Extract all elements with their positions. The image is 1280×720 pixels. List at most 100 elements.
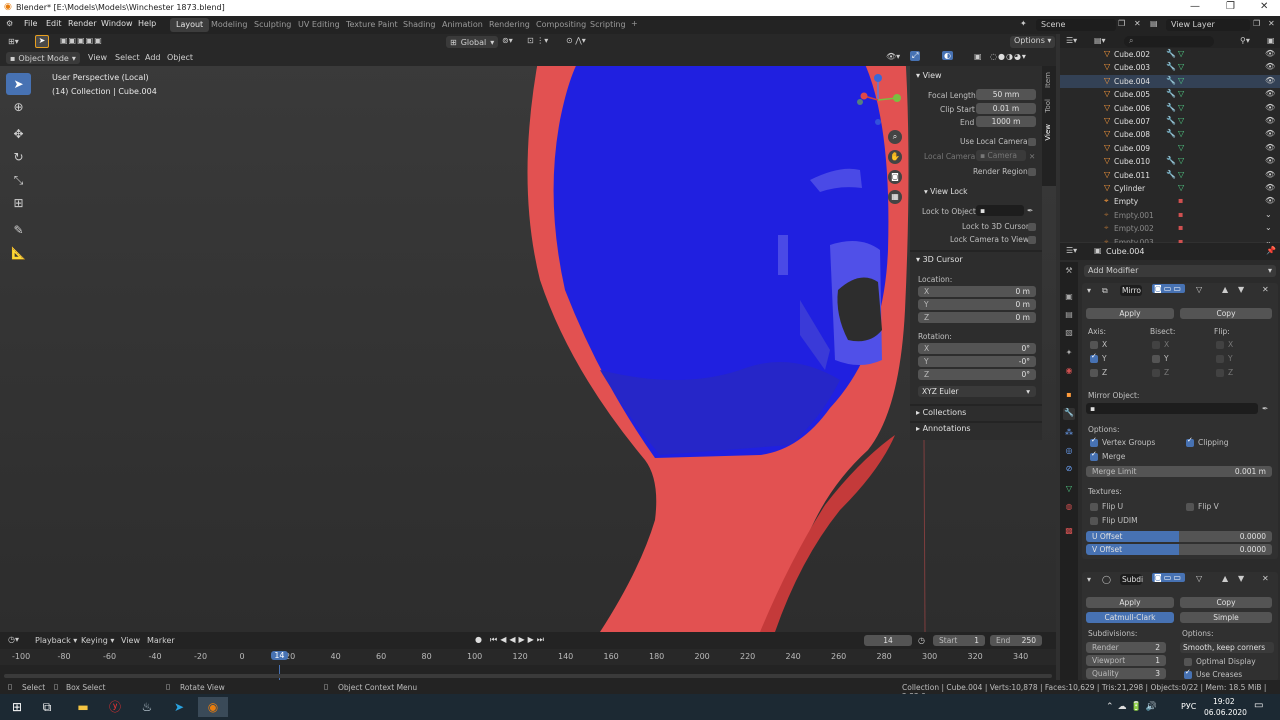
minimize-icon[interactable]: —: [1190, 1, 1200, 12]
task-view-icon[interactable]: ⧉: [36, 697, 58, 717]
keyboard-language[interactable]: РУС: [1181, 702, 1196, 711]
visibility-icon[interactable]: 👁▾: [886, 52, 900, 61]
rotation-mode-dropdown[interactable]: XYZ Euler ▾: [918, 386, 1036, 397]
xray-icon[interactable]: ▣: [974, 52, 982, 61]
outliner-row[interactable]: ▽ Cube.006 🔧 ▽ 👁: [1060, 102, 1280, 115]
clip-end-field[interactable]: 1000 m: [976, 116, 1036, 127]
use-local-camera-checkbox[interactable]: [1028, 138, 1036, 146]
outliner-row[interactable]: ▽ Cube.009 ▽ 👁: [1060, 142, 1280, 155]
output-properties-icon[interactable]: ▤: [1063, 310, 1075, 322]
annotate-tool-icon[interactable]: ✎: [6, 219, 31, 241]
mesh-data-icon[interactable]: ▽: [1178, 183, 1184, 192]
outliner-row[interactable]: ▽ Cube.010 🔧 ▽ 👁: [1060, 155, 1280, 168]
outliner-search-input[interactable]: ⌕: [1124, 36, 1214, 47]
modifier-icon[interactable]: 🔧: [1166, 62, 1176, 71]
tab-layout[interactable]: Layout: [170, 18, 210, 32]
mesh-data-icon[interactable]: ▽: [1178, 143, 1184, 152]
empty-data-icon[interactable]: ▪: [1178, 196, 1183, 205]
lock-3d-cursor-checkbox[interactable]: [1028, 223, 1036, 231]
physics-properties-icon[interactable]: ◎: [1063, 446, 1075, 458]
remove-scene-icon[interactable]: ✕: [1134, 19, 1141, 28]
hidden-icon[interactable]: ⌄: [1265, 210, 1272, 219]
mirror-apply-button[interactable]: Apply: [1086, 308, 1174, 319]
display-mode-icon[interactable]: ▤▾: [1094, 36, 1106, 45]
menu-render[interactable]: Render: [68, 19, 96, 28]
particles-properties-icon[interactable]: ⁂: [1063, 428, 1075, 440]
lock-camera-checkbox[interactable]: [1028, 236, 1036, 244]
remove-modifier-icon[interactable]: ✕: [1262, 285, 1269, 294]
mirror-object-field[interactable]: ▪: [1086, 403, 1258, 414]
view-panel-header[interactable]: ▾ View: [916, 71, 942, 80]
timeline-scrollbar[interactable]: [4, 674, 1052, 678]
modifier-icon[interactable]: 🔧: [1166, 170, 1176, 179]
select-box-tool-icon[interactable]: ➤: [6, 73, 31, 95]
bisect-y-checkbox[interactable]: [1152, 355, 1160, 363]
windows-start-icon[interactable]: ⊞: [6, 697, 28, 717]
render-properties-icon[interactable]: ▣: [1063, 292, 1075, 304]
select-tool-icon[interactable]: ➤: [35, 35, 49, 48]
mesh-data-icon[interactable]: ▽: [1178, 49, 1184, 58]
optimal-display-checkbox[interactable]: [1184, 658, 1192, 666]
cursor-rotation-y[interactable]: Y -0°: [918, 356, 1036, 367]
modifier-icon[interactable]: 🔧: [1166, 103, 1176, 112]
tab-compositing[interactable]: Compositing: [530, 18, 592, 32]
menu-help[interactable]: Help: [138, 19, 156, 28]
bisect-x-checkbox[interactable]: [1152, 341, 1160, 349]
tab-texture-paint[interactable]: Texture Paint: [340, 18, 404, 32]
modifier-icon[interactable]: 🔧: [1166, 129, 1176, 138]
3d-viewport[interactable]: User Perspective (Local) (14) Collection…: [0, 50, 1056, 632]
tool-settings-icon[interactable]: ⚒: [1063, 266, 1075, 278]
editor-type-icon[interactable]: ⊞▾: [8, 37, 19, 46]
modifier-icon[interactable]: 🔧: [1166, 76, 1176, 85]
scene-properties-icon[interactable]: ✦: [1063, 348, 1075, 360]
add-modifier-dropdown[interactable]: Add Modifier ▾: [1084, 265, 1276, 277]
properties-editor-icon[interactable]: ☰▾: [1066, 246, 1077, 255]
move-tool-icon[interactable]: ✥: [6, 123, 31, 145]
yandex-browser-icon[interactable]: ⓨ: [104, 697, 126, 717]
move-up-icon[interactable]: ▲: [1222, 574, 1228, 583]
move-down-icon[interactable]: ▼: [1238, 574, 1244, 583]
menu-window[interactable]: Window: [101, 19, 133, 28]
viewport-menu-select[interactable]: Select: [115, 53, 140, 62]
mirror-eyedropper-icon[interactable]: ✒: [1262, 404, 1268, 413]
clock-time[interactable]: 19:02: [1213, 697, 1235, 706]
mesh-data-icon[interactable]: ▽: [1178, 170, 1184, 179]
use-creases-checkbox[interactable]: [1184, 668, 1192, 679]
eye-icon[interactable]: 👁: [1265, 129, 1275, 138]
grid-view-icon[interactable]: ▦: [888, 190, 902, 204]
outliner-row[interactable]: ▽ Cylinder ▽ 👁: [1060, 182, 1280, 195]
subsurf-name-field[interactable]: Subdi: [1120, 574, 1143, 585]
focal-length-field[interactable]: 50 mm: [976, 89, 1036, 100]
v-offset-field[interactable]: V Offset 0.0000: [1086, 544, 1272, 555]
timeline-editor-icon[interactable]: ◷▾: [8, 635, 19, 644]
clipping-checkbox[interactable]: [1186, 436, 1194, 447]
outliner-row[interactable]: ▽ Cube.011 🔧 ▽ 👁: [1060, 169, 1280, 182]
mesh-data-icon[interactable]: ▽: [1178, 129, 1184, 138]
lock-to-object-field[interactable]: ▪: [976, 205, 1024, 216]
timeline-ruler[interactable]: -100 -80 -60 -40 -20 0 20 40 60 80 100 120 140 160 180…: [0, 649, 1056, 665]
simple-button[interactable]: Simple: [1180, 612, 1272, 623]
blender-taskbar-icon[interactable]: ◉: [198, 697, 228, 717]
timeline-menu-keying[interactable]: Keying ▾: [81, 636, 114, 645]
viewport-menu-object[interactable]: Object: [167, 53, 193, 62]
overlay-toggle-icon[interactable]: ◐: [942, 51, 953, 60]
tray-icons[interactable]: ⌃☁🔋🔊: [1106, 702, 1161, 712]
outliner-row[interactable]: ⌖ Empty.002 ▪ ⌄: [1060, 222, 1280, 235]
new-view-layer-icon[interactable]: ❐: [1253, 19, 1260, 28]
texture-properties-icon[interactable]: ▩: [1063, 526, 1075, 538]
eye-icon[interactable]: 👁: [1265, 170, 1275, 179]
shading-modes-icons[interactable]: ◌●◑◕▾: [990, 52, 1027, 61]
tab-view[interactable]: View: [1044, 124, 1052, 141]
outliner-row[interactable]: ▽ Cube.002 🔧 ▽ 👁: [1060, 48, 1280, 61]
menu-file[interactable]: File: [24, 19, 37, 28]
modifier-icon[interactable]: 🔧: [1166, 49, 1176, 58]
flip-u-checkbox[interactable]: [1090, 503, 1098, 511]
mesh-data-icon[interactable]: ▽: [1178, 103, 1184, 112]
axis-y-checkbox[interactable]: [1090, 352, 1098, 363]
mesh-data-icon[interactable]: ▽: [1178, 76, 1184, 85]
merge-limit-field[interactable]: Merge Limit 0.001 m: [1086, 466, 1272, 477]
modifier-visibility-icons[interactable]: ◙▭▭: [1152, 284, 1185, 293]
snap-icon[interactable]: ⊡ ⋮▾: [527, 36, 548, 45]
zoom-icon[interactable]: ⌕: [888, 130, 902, 144]
eye-icon[interactable]: 👁: [1265, 156, 1275, 165]
